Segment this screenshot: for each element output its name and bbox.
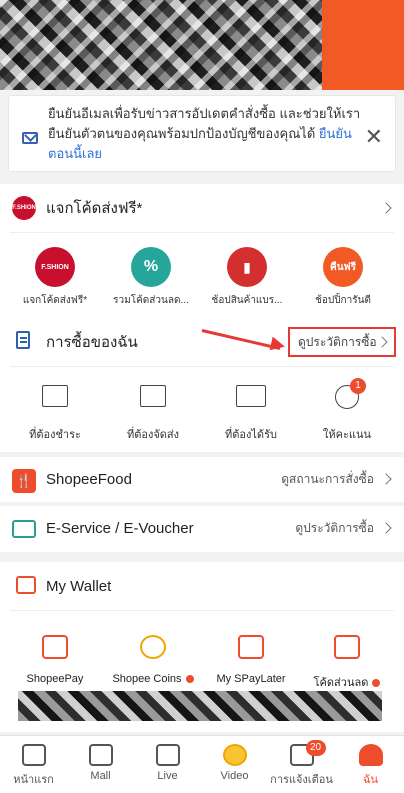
nav-label: หน้าแรก	[13, 774, 54, 786]
tile-label: ช้อปสินค้าแบร...	[211, 295, 283, 306]
shopeefood-title: ShopeeFood	[46, 470, 132, 488]
notification-badge: 20	[305, 740, 326, 756]
nav-me[interactable]: ฉัน	[337, 736, 404, 793]
star-rating-icon: 1	[335, 378, 366, 409]
fashion-tile-guarantee[interactable]: คืนฟรี ช้อปปิ้การันตี	[295, 247, 391, 308]
eservice-title: E-Service / E-Voucher	[46, 519, 194, 537]
nav-label: Mall	[90, 770, 111, 782]
profile-icon	[358, 744, 383, 766]
order-status-link[interactable]: ดูสถานะการสั่งซื้อ	[281, 470, 374, 489]
fashion-tile-free-shipping[interactable]: F.SHION แจกโค้ดส่งฟรี*	[7, 247, 103, 308]
status-label: ให้คะแนน	[322, 429, 372, 441]
notification-dot	[185, 675, 194, 684]
fashion-row[interactable]: แจกโค้ดส่งฟรี*	[0, 184, 404, 232]
wallet-item-label: Shopee Coins	[112, 673, 182, 685]
nav-video[interactable]: Video	[201, 736, 268, 793]
live-video-icon	[155, 744, 180, 766]
wallet-row[interactable]: My Wallet	[0, 562, 404, 610]
nav-label: ฉัน	[362, 774, 378, 786]
wallet-item-label: My SPayLater	[216, 673, 286, 685]
wallet-title: My Wallet	[46, 577, 112, 595]
chevron-right-icon	[376, 336, 388, 348]
shopeefood-row[interactable]: ShopeeFood ดูสถานะการสั่งซื้อ	[0, 455, 404, 503]
purchase-history-label: ดูประวัติการซื้อ	[298, 334, 377, 349]
coin-icon	[140, 635, 166, 659]
home-icon	[21, 744, 46, 766]
banner-accent	[322, 0, 404, 90]
shopeepay-icon	[42, 635, 68, 659]
fashion-tile-discount-codes[interactable]: % รวมโค้ดส่วนลด...	[103, 247, 199, 308]
voucher-icon	[334, 635, 360, 659]
box-icon	[140, 385, 166, 407]
wallet-pay-icon	[42, 385, 68, 407]
email-verify-notice[interactable]: ยืนยันอีเมลเพื่อรับข่าวสารอัปเดตคำสั่งซื…	[8, 95, 396, 172]
nav-label: Video	[220, 770, 249, 782]
wallet-item-shopeepay[interactable]: ShopeePay	[7, 635, 103, 685]
eservice-row[interactable]: E-Service / E-Voucher ดูประวัติการซื้อ	[0, 504, 404, 552]
status-label: ที่ต้องชำระ	[29, 429, 81, 441]
divider	[10, 232, 394, 233]
wallet-item-vouchers[interactable]: โค้ดส่วนลด	[299, 635, 395, 691]
nav-notifications[interactable]: 20 การแจ้งเตือน	[268, 736, 335, 793]
status-label: ที่ต้องได้รับ	[225, 429, 277, 441]
shopping-bag-icon: ▮	[227, 247, 267, 287]
rating-badge: 1	[350, 378, 366, 394]
video-coin-icon	[222, 744, 247, 766]
discount-ticket-icon: %	[131, 247, 171, 287]
purchases-title: การซื้อของฉัน	[46, 334, 138, 351]
close-icon[interactable]: ✕	[365, 126, 383, 148]
chevron-right-icon	[380, 522, 392, 534]
nav-home[interactable]: หน้าแรก	[0, 736, 67, 793]
wallet-item-label: ShopeePay	[26, 673, 84, 685]
notice-message: ยืนยันอีเมลเพื่อรับข่าวสารอัปเดตคำสั่งซื…	[48, 106, 361, 141]
nav-label: การแจ้งเตือน	[270, 774, 333, 786]
status-to-rate[interactable]: 1 ให้คะแนน	[299, 378, 395, 443]
wallet-item-label: โค้ดส่วนลด	[313, 677, 369, 689]
notification-dot	[372, 679, 381, 688]
chevron-right-icon	[380, 473, 392, 485]
purchase-history-link[interactable]: ดูประวัติการซื้อ	[288, 327, 396, 357]
spaylater-icon	[238, 635, 264, 659]
bottom-nav: หน้าแรก Mall Live Video 20 การแจ้งเตือน …	[0, 735, 404, 793]
status-to-receive[interactable]: ที่ต้องได้รับ	[203, 385, 299, 443]
status-label: ที่ต้องจัดส่ง	[126, 429, 180, 441]
notice-text: ยืนยันอีเมลเพื่อรับข่าวสารอัปเดตคำสั่งซื…	[48, 104, 368, 164]
bell-icon: 20	[289, 740, 326, 766]
fashion-tile-brand-shop[interactable]: ▮ ช้อปสินค้าแบร...	[199, 247, 295, 308]
banner-pattern	[0, 0, 326, 90]
divider	[10, 366, 394, 367]
divider	[10, 610, 394, 611]
status-to-pay[interactable]: ที่ต้องชำระ	[7, 385, 103, 443]
promo-strip	[18, 691, 382, 721]
mail-icon	[22, 132, 38, 144]
status-to-ship[interactable]: ที่ต้องจัดส่ง	[105, 385, 201, 443]
truck-icon	[236, 385, 266, 407]
nav-mall[interactable]: Mall	[67, 736, 134, 793]
nav-live[interactable]: Live	[134, 736, 201, 793]
wallet-item-coins[interactable]: Shopee Coins	[105, 635, 201, 685]
mall-bag-icon	[88, 744, 113, 766]
tile-label: แจกโค้ดส่งฟรี*	[22, 295, 88, 306]
refund-guarantee-icon: คืนฟรี	[323, 247, 363, 287]
profile-banner	[0, 0, 404, 90]
fashion-logo-icon: F.SHION	[35, 247, 75, 287]
chevron-right-icon	[380, 202, 392, 214]
tile-label: รวมโค้ดส่วนลด...	[113, 295, 189, 306]
tile-label: ช้อปปิ้การันตี	[315, 295, 371, 306]
eservice-history-link[interactable]: ดูประวัติการซื้อ	[295, 519, 374, 538]
fashion-title: แจกโค้ดส่งฟรี*	[46, 200, 143, 217]
nav-label: Live	[157, 770, 178, 782]
wallet-item-spaylater[interactable]: My SPayLater	[203, 635, 299, 685]
